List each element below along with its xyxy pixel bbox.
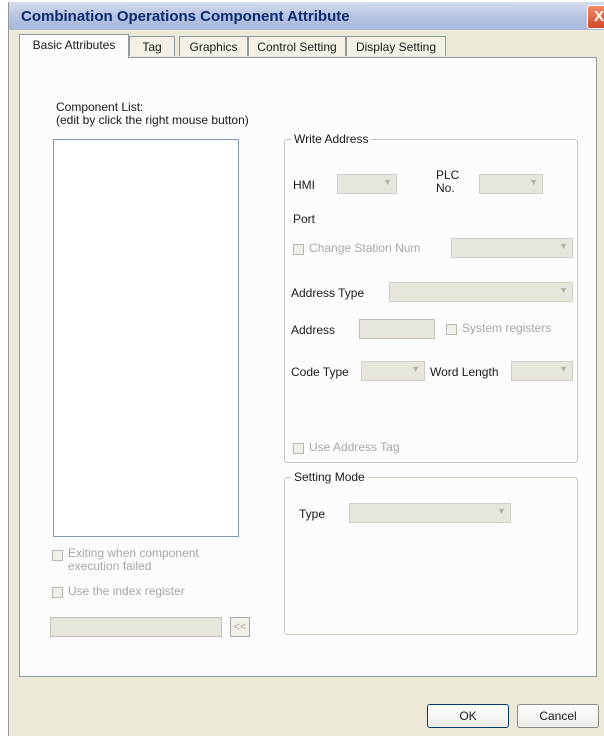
ok-button[interactable]: OK <box>427 704 509 728</box>
address-input[interactable] <box>359 319 435 339</box>
component-list-hint: (edit by click the right mouse button) <box>56 113 249 127</box>
change-station-select[interactable]: ▼ <box>451 238 573 258</box>
chevron-down-icon: ▼ <box>559 285 568 295</box>
index-register-input[interactable] <box>50 617 222 637</box>
insert-button[interactable]: << <box>230 617 250 637</box>
tab-display-setting[interactable]: Display Setting <box>346 36 446 56</box>
chevron-down-icon: ▼ <box>529 177 538 187</box>
hmi-select[interactable]: ▼ <box>337 174 397 194</box>
title-bar[interactable]: Combination Operations Component Attribu… <box>9 2 604 30</box>
address-label: Address <box>291 323 336 337</box>
port-label: Port <box>293 212 316 226</box>
tab-tag[interactable]: Tag <box>129 36 175 56</box>
code-type-select[interactable]: ▼ <box>361 361 425 381</box>
basic-attributes-panel: Component List: (edit by click the right… <box>19 57 597 677</box>
close-icon[interactable]: X <box>587 5 604 29</box>
use-index-register-label: Use the index register <box>68 584 185 598</box>
component-list[interactable] <box>53 139 239 537</box>
chevron-down-icon: ▼ <box>497 506 506 516</box>
exit-on-fail-checkbox[interactable] <box>52 550 63 561</box>
setting-mode-legend: Setting Mode <box>291 470 368 484</box>
chevron-down-icon: ▼ <box>559 364 568 374</box>
write-address-group: Write Address HMI ▼ PLC No. ▼ Port Chang… <box>284 132 578 463</box>
word-length-select[interactable]: ▼ <box>511 361 573 381</box>
plc-no-select[interactable]: ▼ <box>479 174 543 194</box>
system-registers-label: System registers <box>462 321 552 335</box>
change-station-checkbox[interactable] <box>293 244 304 255</box>
change-station-label: Change Station Num <box>309 241 421 255</box>
component-list-label: Component List: <box>56 100 144 114</box>
address-type-select[interactable]: ▼ <box>389 282 573 302</box>
setting-mode-group: Setting Mode Type ▼ <box>284 470 578 635</box>
address-type-label: Address Type <box>291 286 365 300</box>
exit-on-fail-label: Exiting when component <box>68 546 199 560</box>
write-address-legend: Write Address <box>291 132 372 146</box>
chevron-down-icon: ▼ <box>411 364 420 374</box>
system-registers-checkbox[interactable] <box>446 324 457 335</box>
plc-label: PLC <box>436 168 460 182</box>
type-label: Type <box>299 507 326 521</box>
window-title: Combination Operations Component Attribu… <box>21 8 350 25</box>
tab-basic-attributes[interactable]: Basic Attributes <box>19 34 129 58</box>
use-address-tag-label: Use Address Tag <box>309 440 400 454</box>
tab-control-setting[interactable]: Control Setting <box>248 36 346 56</box>
cancel-button[interactable]: Cancel <box>517 704 599 728</box>
use-address-tag-checkbox[interactable] <box>293 443 304 454</box>
hmi-label: HMI <box>293 178 315 192</box>
word-length-label: Word Length <box>430 365 499 379</box>
setting-mode-type-select[interactable]: ▼ <box>349 503 511 523</box>
tab-graphics[interactable]: Graphics <box>179 36 248 56</box>
code-type-label: Code Type <box>291 365 349 379</box>
exit-on-fail-label-2: execution failed <box>68 559 152 573</box>
chevron-down-icon: ▼ <box>559 241 568 251</box>
chevron-down-icon: ▼ <box>383 177 392 187</box>
plc-no-label: No. <box>436 181 455 195</box>
use-index-register-checkbox[interactable] <box>52 587 63 598</box>
dialog-window: Combination Operations Component Attribu… <box>8 2 604 736</box>
